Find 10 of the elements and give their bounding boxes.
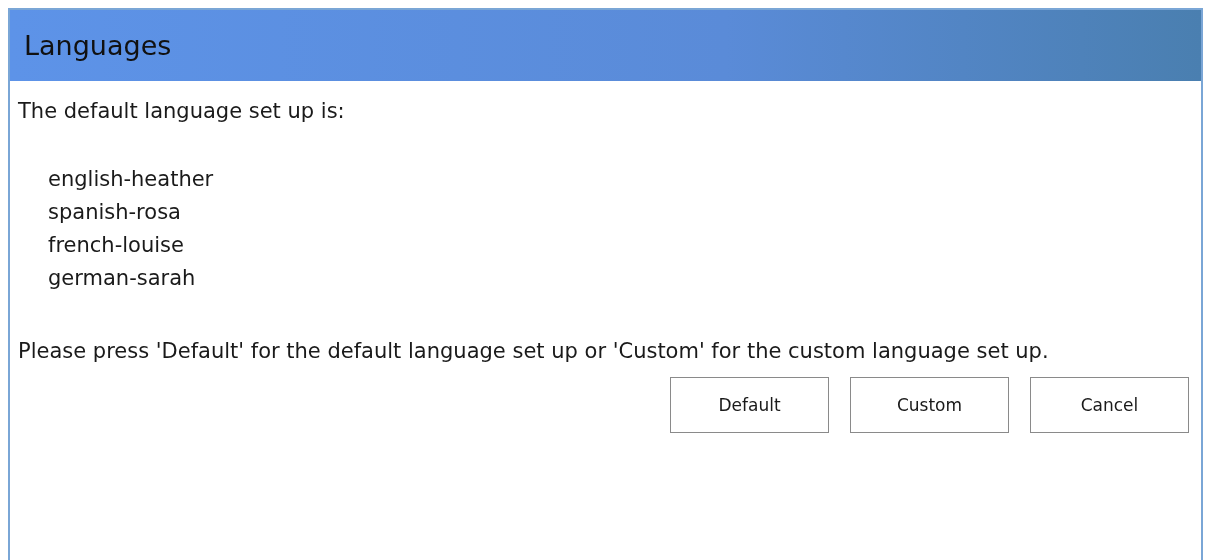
instruction-text: Please press 'Default' for the default language set up or 'Custom' for the custom language set up. — [18, 338, 1050, 365]
language-item: french-louise — [48, 232, 185, 259]
intro-text: The default language set up is: — [18, 98, 346, 125]
dialog-button[interactable]: Custom — [850, 377, 1009, 433]
window-title: Languages — [24, 30, 172, 61]
language-item: english-heather — [48, 166, 215, 193]
language-item: spanish-rosa — [48, 199, 182, 226]
dialog-button[interactable]: Default — [670, 377, 829, 433]
language-item: german-sarah — [48, 265, 197, 292]
dialog-button[interactable]: Cancel — [1030, 377, 1189, 433]
